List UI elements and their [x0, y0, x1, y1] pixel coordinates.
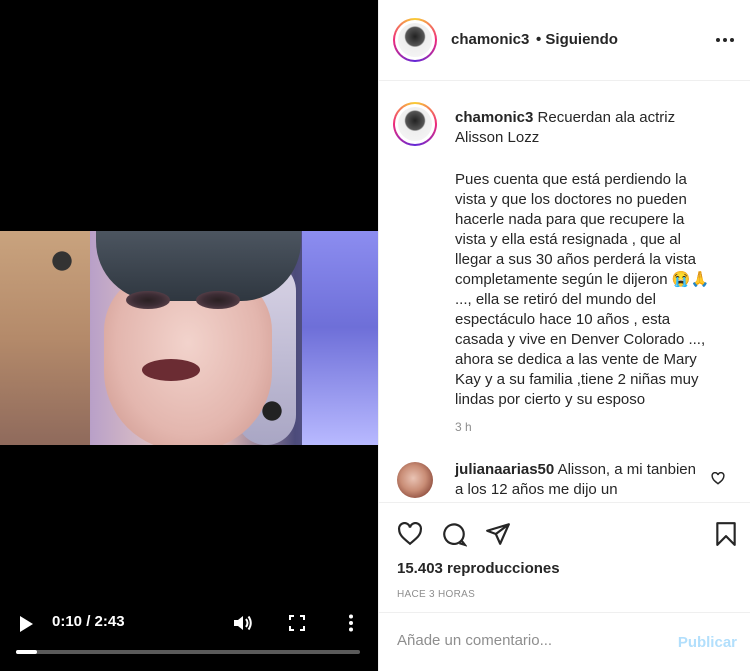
video-player[interactable]: 0:10 / 2:43 — [0, 0, 378, 671]
comments-scroll-area[interactable]: chamonic3 Recuerdan ala actriz Alisson L… — [379, 82, 750, 502]
comment-button[interactable] — [439, 519, 469, 549]
author-username[interactable]: chamonic3 — [451, 31, 529, 48]
comment: julianaarias50 Alisson, a mi tanbien a l… — [455, 460, 705, 500]
fullscreen-button[interactable] — [284, 610, 310, 636]
volume-button[interactable] — [230, 610, 256, 636]
dot-icon — [730, 38, 734, 42]
paper-plane-icon — [486, 523, 510, 545]
commenter-avatar[interactable] — [397, 462, 433, 498]
heart-icon — [398, 522, 422, 546]
video-time: 0:10 / 2:43 — [52, 613, 125, 630]
volume-icon — [234, 615, 252, 631]
view-count[interactable]: 15.403 reproducciones — [397, 560, 560, 577]
share-button[interactable] — [483, 519, 513, 549]
more-vertical-icon — [349, 614, 353, 632]
video-controls: 0:10 / 2:43 — [0, 600, 378, 671]
caption-avatar[interactable] — [393, 102, 437, 146]
like-button[interactable] — [395, 519, 425, 549]
video-progress-fill — [16, 650, 37, 654]
caption-timestamp[interactable]: 3 h — [455, 420, 472, 434]
play-button[interactable] — [14, 612, 38, 636]
more-options-button[interactable] — [713, 28, 737, 52]
watermark-logo — [40, 239, 84, 283]
post-panel: chamonic3 • Siguiendo chamonic3 Recuerda… — [378, 0, 750, 671]
post-actions: 15.403 reproducciones HACE 3 HORAS — [379, 502, 750, 612]
publish-button[interactable]: Publicar — [678, 634, 737, 651]
caption-body: Pues cuenta que está perdiendo la vista … — [455, 171, 710, 408]
dot-icon — [723, 38, 727, 42]
video-more-button[interactable] — [338, 610, 364, 636]
bookmark-icon — [716, 522, 736, 546]
caption-username[interactable]: chamonic3 — [455, 109, 533, 126]
post-header: chamonic3 • Siguiendo — [379, 0, 750, 81]
add-comment-bar: Publicar — [379, 612, 750, 671]
watermark-logo — [250, 389, 294, 433]
heart-icon — [711, 471, 725, 485]
video-right-panel — [302, 231, 378, 445]
dot-icon — [716, 38, 720, 42]
video-progress-bar[interactable] — [16, 650, 360, 654]
video-eye — [196, 291, 240, 309]
author-avatar[interactable] — [393, 18, 437, 62]
video-frame[interactable] — [0, 231, 378, 445]
video-eye — [126, 291, 170, 309]
fullscreen-icon — [289, 615, 305, 631]
follow-status[interactable]: • Siguiendo — [536, 31, 618, 48]
video-cap — [96, 231, 301, 301]
comment-input[interactable] — [397, 632, 667, 649]
play-icon — [20, 616, 33, 632]
comment-username[interactable]: julianaarias50 — [455, 461, 554, 478]
comment-like-button[interactable] — [711, 471, 727, 488]
video-lips — [142, 359, 200, 381]
caption: chamonic3 Recuerdan ala actriz Alisson L… — [455, 108, 719, 410]
comment-icon — [443, 523, 467, 547]
save-button[interactable] — [711, 519, 741, 549]
post-timestamp[interactable]: HACE 3 HORAS — [397, 589, 475, 600]
